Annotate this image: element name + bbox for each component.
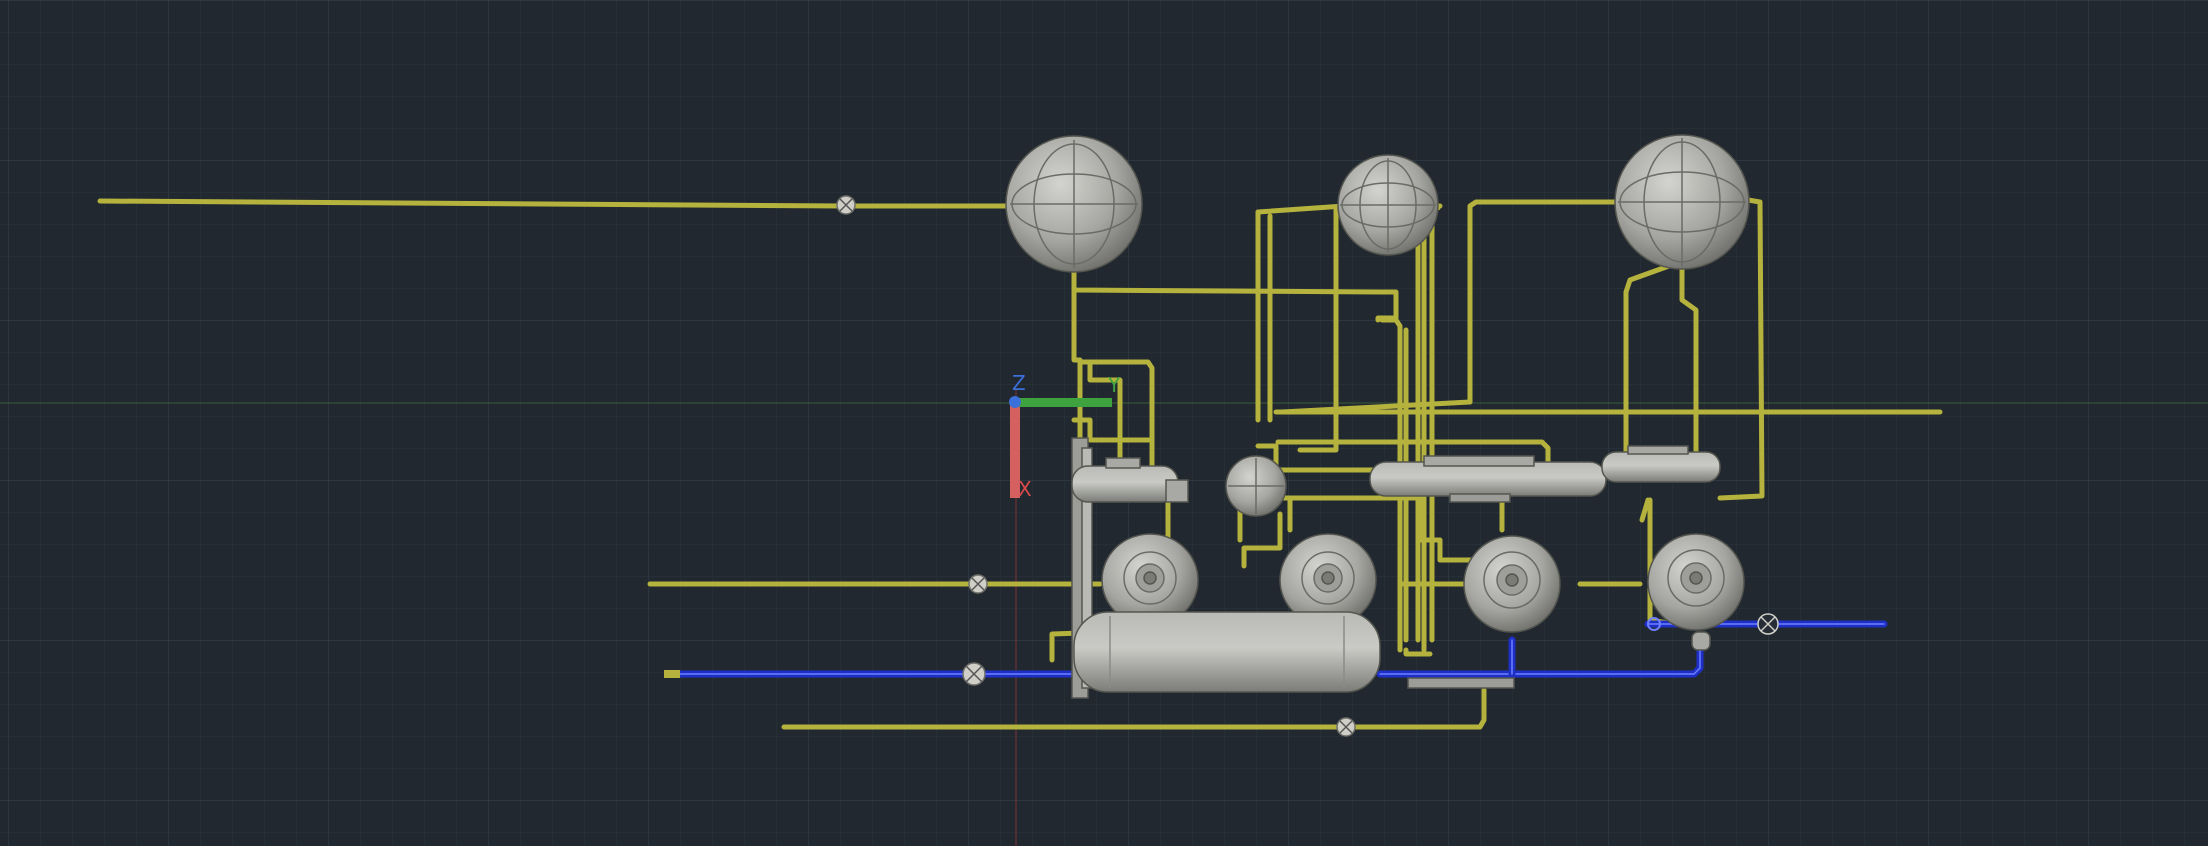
ucs-y-label: Y bbox=[1107, 373, 1121, 397]
drum-support bbox=[1407, 677, 1515, 689]
sphere-tank-small[interactable] bbox=[1225, 455, 1287, 517]
ucs-z-label: Z bbox=[1012, 371, 1026, 395]
horizontal-vessel-2[interactable] bbox=[1369, 455, 1607, 503]
valve-icon[interactable] bbox=[1336, 717, 1356, 737]
compressor-4[interactable] bbox=[1647, 533, 1745, 631]
horizontal-vessel-3[interactable] bbox=[1601, 445, 1721, 483]
valve-icon[interactable] bbox=[836, 195, 856, 215]
sphere-tank-1[interactable] bbox=[1005, 135, 1143, 273]
sphere-tank-3[interactable] bbox=[1614, 134, 1750, 270]
ucs-y-axis bbox=[1016, 398, 1112, 407]
ucs-x-label: X bbox=[1018, 477, 1032, 501]
valve-icon[interactable] bbox=[962, 662, 986, 686]
grid-major bbox=[0, 0, 2208, 846]
pipe-stub-left bbox=[664, 670, 680, 678]
compressor-3[interactable] bbox=[1463, 535, 1561, 633]
valve-icon[interactable] bbox=[968, 574, 988, 594]
model-space-viewport[interactable]: Z Y X bbox=[0, 0, 2208, 846]
sphere-tank-2[interactable] bbox=[1337, 154, 1439, 256]
valve-icon[interactable] bbox=[1757, 613, 1779, 635]
receiver-drum[interactable] bbox=[1073, 611, 1381, 693]
